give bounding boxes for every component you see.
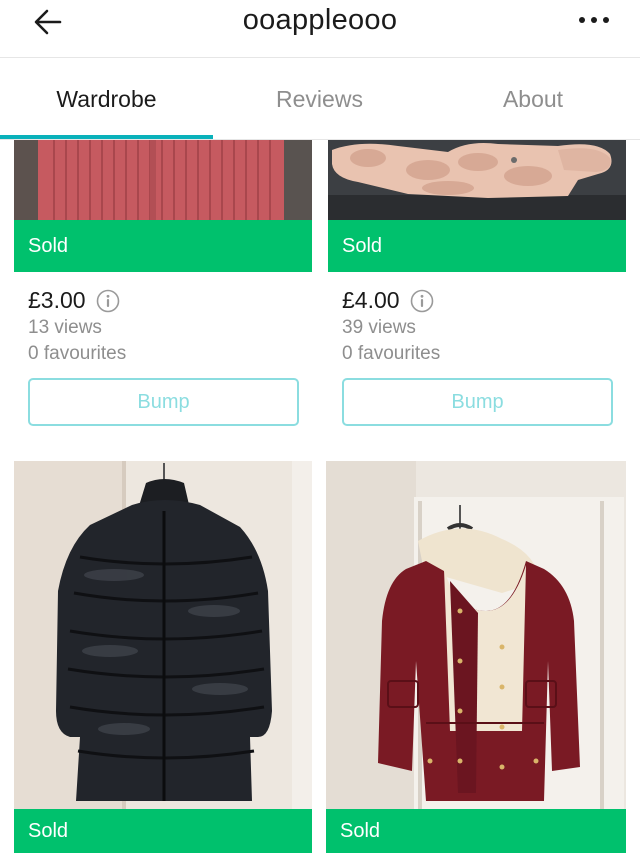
more-options-button[interactable] <box>574 8 614 32</box>
item-price: £4.00 <box>342 287 400 313</box>
tab-wardrobe[interactable]: Wardrobe <box>0 58 213 140</box>
item-card[interactable]: Sold £3.00 13 views 0 favourites Bump <box>14 140 312 440</box>
page-title: ooappleooo <box>242 4 398 36</box>
top-bar: ooappleooo <box>0 0 640 58</box>
tab-reviews[interactable]: Reviews <box>213 58 426 140</box>
profile-tabs: Wardrobe Reviews About <box>0 58 640 140</box>
item-photo[interactable] <box>14 461 312 809</box>
item-card[interactable]: Sold <box>14 461 312 853</box>
item-views: 39 views <box>342 317 416 338</box>
price-row: £3.00 <box>28 287 120 314</box>
sold-banner: Sold <box>328 220 626 272</box>
item-favourites: 0 favourites <box>342 343 441 364</box>
item-card[interactable]: Sold <box>326 461 626 853</box>
info-icon[interactable] <box>96 289 120 313</box>
sold-banner: Sold <box>326 809 626 853</box>
more-horizontal-icon <box>579 17 585 23</box>
bump-button[interactable]: Bump <box>342 378 613 426</box>
price-row: £4.00 <box>342 287 434 314</box>
item-photo[interactable] <box>326 461 626 809</box>
item-photo[interactable] <box>328 140 626 220</box>
bump-button[interactable]: Bump <box>28 378 299 426</box>
info-icon[interactable] <box>410 289 434 313</box>
item-photo[interactable] <box>14 140 312 220</box>
item-card[interactable]: Sold £4.00 39 views 0 favourites Bump <box>328 140 626 440</box>
tab-about[interactable]: About <box>426 58 640 140</box>
item-favourites: 0 favourites <box>28 343 127 364</box>
item-views: 13 views <box>28 317 102 338</box>
item-price: £3.00 <box>28 287 86 313</box>
sold-banner: Sold <box>14 220 312 272</box>
sold-banner: Sold <box>14 809 312 853</box>
